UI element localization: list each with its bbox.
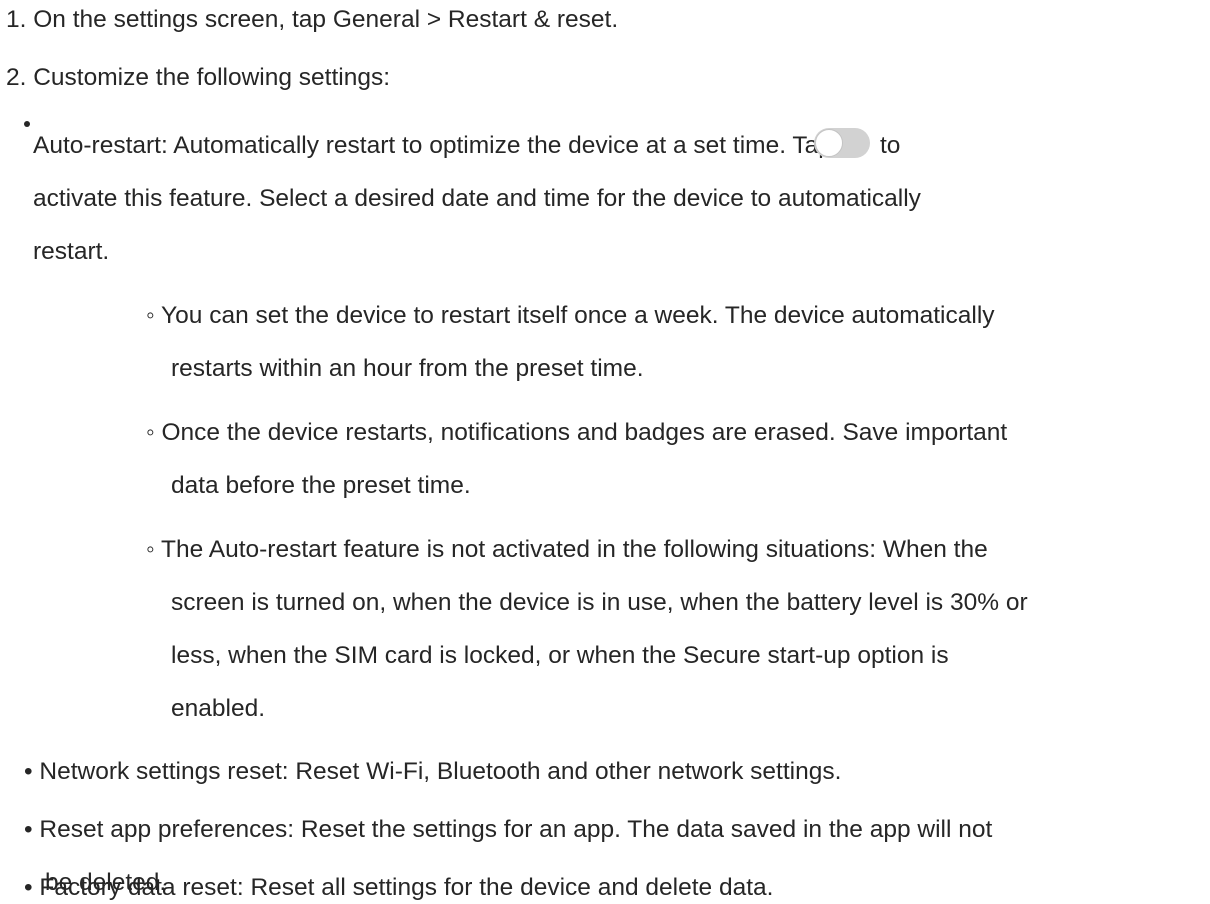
sub-item-weekly-line-1: ◦ You can set the device to restart itse… — [146, 302, 995, 329]
auto-restart-line-2: activate this feature. Select a desired … — [33, 185, 921, 212]
app-preferences-line-1: • Reset app preferences: Reset the setti… — [24, 816, 993, 843]
sub-item-situations-line-2: screen is turned on, when the device is … — [171, 589, 1028, 616]
toggle-switch-icon — [814, 128, 870, 158]
sub-item-situations-line-4: enabled. — [171, 695, 266, 722]
sub-item-situations-line-3: less, when the SIM card is locked, or wh… — [171, 642, 949, 669]
toggle-knob — [815, 129, 843, 157]
sub-item-erase-line-2: data before the preset time. — [171, 472, 471, 499]
sub-item-erase-line-1: ◦ Once the device restarts, notification… — [146, 419, 1008, 446]
network-reset-text: • Network settings reset: Reset Wi-Fi, B… — [24, 758, 842, 785]
sub-item-situations-line-1: ◦ The Auto-restart feature is not activa… — [146, 536, 988, 563]
auto-restart-line-3: restart. — [33, 238, 110, 265]
auto-restart-line-1-end: to — [880, 132, 901, 159]
sub-item-weekly-line-2: restarts within an hour from the preset … — [171, 355, 644, 382]
step-2-text: 2. Customize the following settings: — [6, 64, 391, 91]
auto-restart-line-1: Auto-restart: Automatically restart to o… — [33, 132, 832, 159]
factory-reset-text: • Factory data reset: Reset all settings… — [24, 874, 774, 901]
step-1-text: 1. On the settings screen, tap General >… — [6, 6, 619, 33]
bullet-icon — [24, 121, 30, 127]
